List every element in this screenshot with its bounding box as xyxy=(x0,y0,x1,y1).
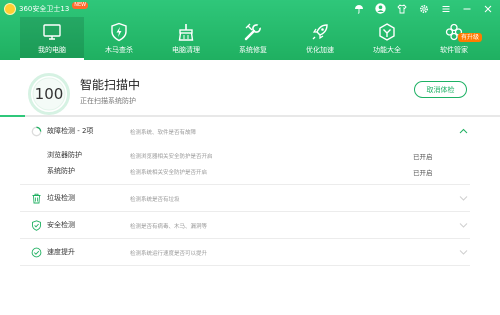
subcheck-title: 系统防护 xyxy=(47,167,75,175)
scan-subtitle: 正在扫描系统防护 xyxy=(80,97,136,105)
chevron-down-icon[interactable] xyxy=(458,247,468,257)
subcheck-status: 已开启 xyxy=(413,169,433,177)
shield-icon xyxy=(30,219,42,231)
nav-label: 电脑清理 xyxy=(172,46,200,54)
wrench-icon xyxy=(242,22,264,42)
monitor-icon xyxy=(41,22,63,42)
chevron-down-icon[interactable] xyxy=(458,193,468,203)
nav-cleanup[interactable]: 电脑清理 xyxy=(154,17,218,60)
nav-label: 我的电脑 xyxy=(38,46,66,54)
update-badge: 有升级 xyxy=(457,33,482,42)
check-row-junk[interactable]: 垃圾检测 检测系统是否有垃圾 xyxy=(20,185,470,212)
speed-icon xyxy=(30,246,42,258)
subcheck-desc: 检测浏览器相关安全防护是否开启 xyxy=(130,154,213,160)
app-logo-icon xyxy=(4,2,16,15)
check-desc: 检测是否有病毒、木马、漏洞等 xyxy=(130,224,208,230)
avatar-icon[interactable] xyxy=(373,2,387,15)
shirt-icon[interactable] xyxy=(395,2,409,15)
nav-optimize[interactable]: 优化加速 xyxy=(288,17,352,60)
broom-icon xyxy=(175,22,197,42)
nav-label: 优化加速 xyxy=(306,46,334,54)
title-bar: 360安全卫士13 NEW xyxy=(0,0,500,17)
new-badge: NEW xyxy=(72,2,89,9)
check-title: 故障检测 - 2项 xyxy=(47,127,94,135)
check-row-speed[interactable]: 速度提升 检测系统运行速度是否可以提升 xyxy=(20,239,470,266)
chevron-up-icon[interactable] xyxy=(458,126,468,136)
chevron-down-icon[interactable] xyxy=(458,220,468,230)
app-title: 360安全卫士13 xyxy=(19,4,70,13)
check-desc: 检测系统、软件是否有故障 xyxy=(130,130,197,136)
subcheck-desc: 检测系统相关安全防护是否开启 xyxy=(130,170,208,176)
nav-software-manager[interactable]: 软件管家 有升级 xyxy=(422,17,486,60)
minimize-icon[interactable] xyxy=(460,2,474,15)
nav-my-computer[interactable]: 我的电脑 xyxy=(20,17,84,60)
check-title: 速度提升 xyxy=(47,248,75,256)
check-row-security[interactable]: 安全检测 检测是否有病毒、木马、漏洞等 xyxy=(20,212,470,239)
nav-label: 软件管家 xyxy=(440,46,468,54)
subcheck-status: 已开启 xyxy=(413,153,433,161)
health-score: 100 xyxy=(34,85,64,103)
nav-system-repair[interactable]: 系统修复 xyxy=(221,17,285,60)
nav-label: 系统修复 xyxy=(239,46,267,54)
shield-bolt-icon xyxy=(108,22,130,42)
header: 360安全卫士13 NEW 我的电脑 木马查杀 电脑清理 系统修复 优化加速 功… xyxy=(0,0,500,60)
subcheck-title: 浏览器防护 xyxy=(47,151,82,159)
main-nav: 我的电脑 木马查杀 电脑清理 系统修复 优化加速 功能大全 软件管家 有升级 xyxy=(20,17,490,60)
umbrella-icon[interactable] xyxy=(352,2,366,15)
menu-icon[interactable] xyxy=(439,2,453,15)
check-desc: 检测系统运行速度是否可以提升 xyxy=(130,251,208,257)
trash-icon xyxy=(30,192,42,204)
gear-icon[interactable] xyxy=(417,2,431,15)
grid-icon xyxy=(376,22,398,42)
app-brand: 360安全卫士13 NEW xyxy=(4,2,89,15)
check-title: 垃圾检测 xyxy=(47,194,75,202)
cancel-scan-button[interactable]: 取消体检 xyxy=(414,81,467,98)
nav-all-features[interactable]: 功能大全 xyxy=(355,17,419,60)
check-title: 安全检测 xyxy=(47,221,75,229)
check-row-fault: 故障检测 - 2项 检测系统、软件是否有故障 浏览器防护 检测浏览器相关安全防护… xyxy=(20,117,470,185)
spinner-icon xyxy=(30,125,42,137)
close-icon[interactable] xyxy=(481,2,495,15)
rocket-icon xyxy=(309,22,331,42)
scan-title: 智能扫描中 xyxy=(80,78,141,92)
check-desc: 检测系统是否有垃圾 xyxy=(130,197,180,203)
nav-label: 木马查杀 xyxy=(105,46,133,54)
nav-trojan-scan[interactable]: 木马查杀 xyxy=(87,17,151,60)
nav-label: 功能大全 xyxy=(373,46,401,54)
